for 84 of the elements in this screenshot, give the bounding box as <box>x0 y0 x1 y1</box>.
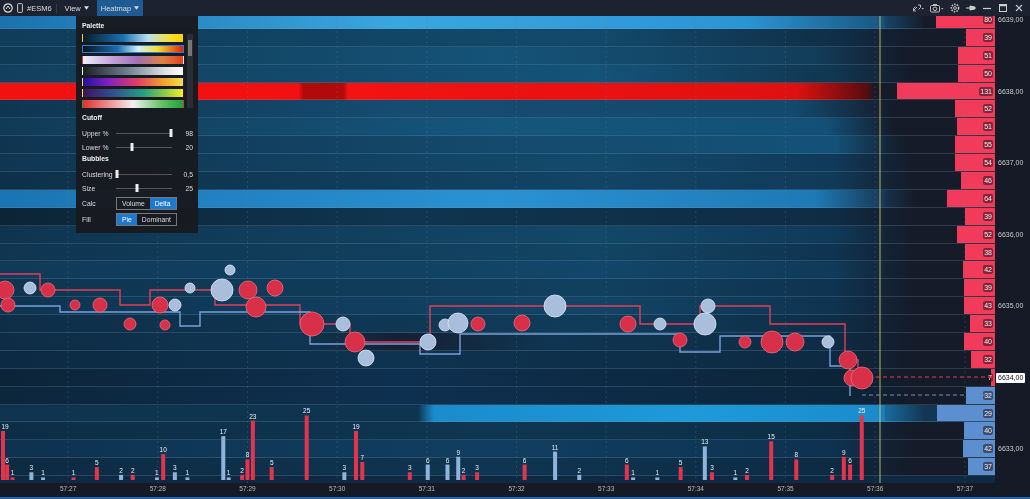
trade-bubble <box>0 280 15 300</box>
volume-bar <box>94 467 99 480</box>
trade-bubble <box>245 296 267 318</box>
volume-bar <box>172 472 177 480</box>
volume-bar <box>407 472 412 480</box>
volume-bar <box>354 430 358 480</box>
trade-bubble <box>335 316 351 332</box>
camera-icon[interactable] <box>930 3 944 13</box>
trade-bubble <box>159 319 171 331</box>
close-icon[interactable] <box>1014 3 1024 13</box>
trade-bubble <box>850 366 874 390</box>
caret-icon <box>134 6 140 10</box>
volume-bar <box>678 467 683 480</box>
volume-bar <box>119 474 124 480</box>
trade-bubble <box>238 280 258 300</box>
volume-bar <box>304 415 309 480</box>
slider-thumb[interactable] <box>169 128 173 137</box>
logo-icon <box>3 3 13 13</box>
trade-bubble <box>653 317 667 331</box>
volume-bar <box>769 441 774 480</box>
scrollbar[interactable] <box>187 34 193 108</box>
trade-bubble <box>184 282 196 294</box>
trade-bubble <box>738 335 752 349</box>
volume-bar <box>425 464 430 480</box>
trade-bubble <box>619 315 637 333</box>
slider-thumb[interactable] <box>115 169 119 178</box>
trade-bubble <box>357 349 375 367</box>
caret-icon <box>83 6 89 10</box>
volume-bar <box>745 474 749 480</box>
volume-bar <box>445 464 450 480</box>
volume-bar <box>794 459 799 480</box>
volume-bar <box>553 451 558 480</box>
trade-bubble <box>513 314 531 332</box>
palette-swatch[interactable] <box>82 78 184 86</box>
slider-thumb[interactable] <box>135 183 139 192</box>
volume-bar <box>342 472 347 480</box>
trade-bubble <box>672 332 688 348</box>
trade-bubble <box>92 297 108 313</box>
volume-bar <box>830 474 835 480</box>
trade-bubble <box>760 330 784 354</box>
trade-bubble <box>0 297 16 313</box>
trade-bubble <box>543 294 567 318</box>
trade-bubble <box>838 350 858 370</box>
volume-bar <box>624 464 629 480</box>
volume-bar <box>161 454 166 480</box>
settings-icon[interactable] <box>950 3 960 13</box>
trade-bubble <box>123 317 137 331</box>
volume-bar <box>522 464 527 480</box>
trade-bubble <box>151 296 169 314</box>
phone-icon[interactable] <box>17 3 23 13</box>
volume-bar <box>130 474 135 480</box>
trade-bubble <box>224 264 236 276</box>
volume-bar <box>710 472 714 480</box>
palette-swatch[interactable] <box>82 67 184 75</box>
trade-bubble <box>210 278 234 302</box>
trade-bubble <box>470 316 486 332</box>
trade-bubble <box>344 331 366 353</box>
trade-bubble <box>168 298 182 312</box>
maximize-icon[interactable] <box>998 3 1008 13</box>
pin-icon[interactable] <box>966 3 976 13</box>
trade-bubble <box>23 281 37 295</box>
palette-swatch[interactable] <box>82 45 184 53</box>
volume-bar <box>577 474 582 480</box>
palette-swatch[interactable] <box>82 100 184 108</box>
volume-bar <box>29 472 34 480</box>
volume-bar <box>360 461 365 480</box>
slider-thumb[interactable] <box>130 142 134 151</box>
palette-swatch[interactable] <box>82 34 184 42</box>
palette-swatch[interactable] <box>82 89 184 97</box>
volume-bar <box>859 415 864 480</box>
volume-bar <box>702 446 707 480</box>
palette-swatch[interactable] <box>82 56 184 64</box>
volume-bar <box>269 467 274 480</box>
trade-bubble <box>266 279 284 297</box>
trade-bubble <box>419 333 437 351</box>
link-icon[interactable] <box>912 3 924 13</box>
volume-bar <box>475 472 480 480</box>
volume-bar <box>848 464 853 480</box>
trade-bubble <box>40 282 56 298</box>
trade-bubble <box>821 335 835 349</box>
trade-bubble <box>299 311 325 337</box>
trade-bubble <box>785 332 805 352</box>
volume-bar <box>841 456 846 480</box>
trade-bubble <box>69 299 81 311</box>
